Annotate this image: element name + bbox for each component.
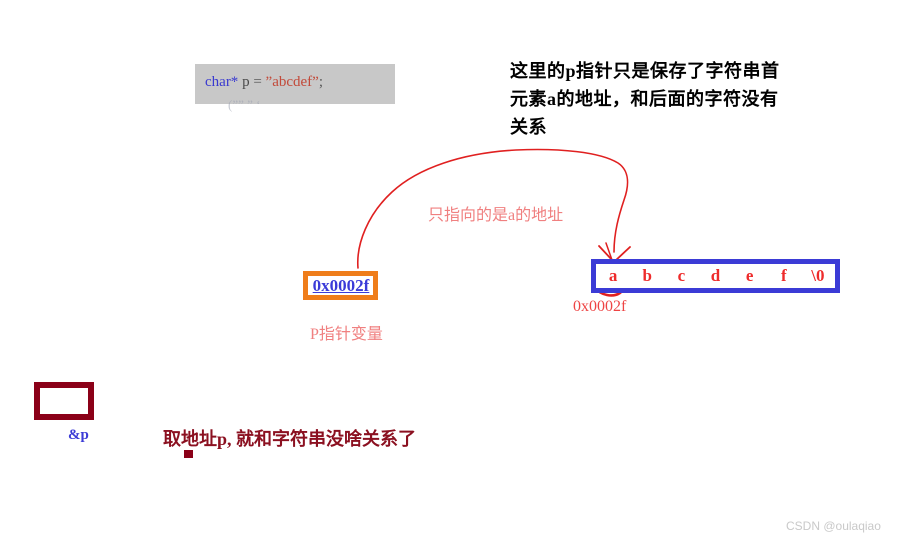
- string-memory-box: a b c d e f \0: [591, 259, 840, 293]
- code-snippet-block: char* p = ”abcdef”;: [195, 64, 395, 104]
- code-token-string: ”abcdef”: [265, 74, 319, 90]
- address-of-p-box: [34, 382, 94, 420]
- string-cell: c: [677, 266, 686, 285]
- code-token-variable: p: [242, 74, 250, 90]
- string-cell: \0: [811, 266, 825, 285]
- top-right-annotation-line-3: 关系: [510, 116, 547, 137]
- string-cell: e: [745, 266, 754, 285]
- code-token-operator: =: [249, 74, 266, 90]
- string-base-address-label: 0x0002f: [573, 298, 627, 315]
- code-snippet-faded-line: (”” ” ‘: [228, 97, 261, 112]
- string-cell: a: [608, 266, 618, 285]
- string-cell: f: [780, 266, 787, 285]
- bottom-marker-square: [184, 450, 193, 458]
- pointer-variable-value: 0x0002f: [312, 276, 370, 295]
- string-cell: b: [642, 266, 652, 285]
- arrowhead-mid-feather: [605, 242, 613, 261]
- curve-label-text: 只指向的是a的地址: [428, 207, 564, 224]
- bottom-annotation-text: 取地址p, 就和字符串没啥关系了: [163, 429, 417, 449]
- watermark-label: CSDN @oulaqiao: [786, 519, 881, 533]
- address-of-p-label: &p: [68, 427, 89, 443]
- string-cell: d: [710, 266, 721, 285]
- slide-canvas: char* p = ”abcdef”; (”” ” ‘ 这里的p指针只是保存了字…: [0, 0, 911, 547]
- code-token-keyword: char*: [205, 74, 239, 90]
- top-right-annotation-line-1: 这里的p指针只是保存了字符串首: [510, 61, 780, 81]
- code-token-semicolon: ;: [318, 74, 323, 90]
- top-right-annotation: 这里的p指针只是保存了字符串首 元素a的地址，和后面的字符没有 关系: [510, 58, 840, 142]
- pointer-variable-caption: P指针变量: [310, 326, 383, 343]
- top-right-annotation-line-2: 元素a的地址，和后面的字符没有: [510, 88, 779, 109]
